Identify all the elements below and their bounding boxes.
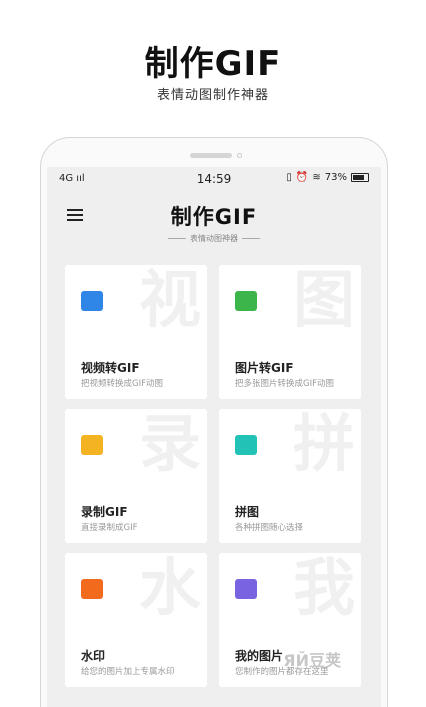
promo-title: 制作GIF xyxy=(144,44,282,84)
alarm-icon: ⏰ xyxy=(295,172,309,183)
gallery-icon xyxy=(235,579,257,599)
battery-percent: 73% xyxy=(324,172,347,183)
card-bg-char: 图 xyxy=(292,265,355,336)
card-bg-char: 视 xyxy=(138,265,201,336)
status-bar: 4G ııl 14:59 ▯ ⏰ ≋ 73% xyxy=(47,167,381,191)
card-bg-char: 拼 xyxy=(292,409,355,480)
card-title: 水印 xyxy=(81,649,106,663)
card-desc: 把视频转换成GIF动图 xyxy=(81,379,163,389)
card-title: 我的图片 xyxy=(235,649,284,663)
gif-file-icon xyxy=(81,435,103,455)
card-image-to-gif[interactable]: 图 图片转GIF 把多张图片转换成GIF动图 xyxy=(219,265,361,399)
card-bg-char: 我 xyxy=(292,553,355,624)
screenshot-stage: 制作GIF 表情动图制作神器 4G ııl 14:59 ▯ ⏰ ≋ 73% 制作… xyxy=(0,0,426,707)
vibrate-icon: ▯ xyxy=(286,172,292,183)
wifi-icon: ≋ xyxy=(312,172,321,183)
phone-speaker xyxy=(190,153,232,158)
app-screen: 4G ııl 14:59 ▯ ⏰ ≋ 73% 制作GIF 表情动图神器 视 视频… xyxy=(47,167,381,707)
card-video-to-gif[interactable]: 视 视频转GIF 把视频转换成GIF动图 xyxy=(65,265,207,399)
promo-subtitle: 表情动图制作神器 xyxy=(156,88,269,103)
card-desc: 各种拼图随心选择 xyxy=(235,523,304,533)
card-bg-char: 水 xyxy=(138,553,201,624)
card-desc: 直接录制成GIF xyxy=(81,523,138,533)
app-title: 制作GIF xyxy=(170,205,258,229)
site-watermark: ЯЙ豆荚 xyxy=(283,651,341,670)
image-icon xyxy=(235,291,257,311)
app-subtitle: 表情动图神器 xyxy=(47,233,381,244)
puzzle-icon xyxy=(235,435,257,455)
battery-icon xyxy=(351,173,369,182)
card-desc: 把多张图片转换成GIF动图 xyxy=(235,379,334,389)
card-title: 图片转GIF xyxy=(235,361,294,375)
card-title: 录制GIF xyxy=(81,505,128,519)
card-desc: 给您的图片加上专属水印 xyxy=(81,667,175,677)
app-header: 制作GIF 表情动图神器 xyxy=(47,191,381,251)
status-right: ▯ ⏰ ≋ 73% xyxy=(286,172,369,183)
watermark-icon xyxy=(81,579,103,599)
card-title: 拼图 xyxy=(235,505,260,519)
card-watermark[interactable]: 水 水印 给您的图片加上专属水印 xyxy=(65,553,207,687)
phone-camera xyxy=(237,153,242,158)
card-bg-char: 录 xyxy=(138,409,201,480)
card-puzzle[interactable]: 拼 拼图 各种拼图随心选择 xyxy=(219,409,361,543)
card-title: 视频转GIF xyxy=(81,361,140,375)
card-record-gif[interactable]: 录 录制GIF 直接录制成GIF xyxy=(65,409,207,543)
video-icon xyxy=(81,291,103,311)
